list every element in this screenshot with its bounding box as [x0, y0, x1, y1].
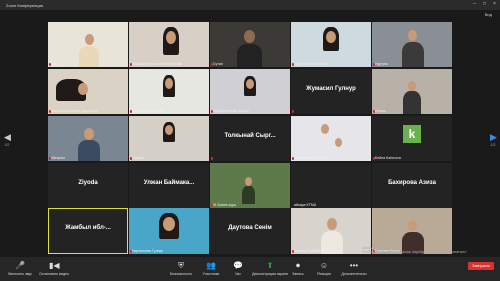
stop-video-button[interactable]: ▮◀ Остановить видео	[36, 261, 72, 276]
unmute-button[interactable]: 🎤 Включить звук	[2, 261, 38, 276]
participant-tile-active-speaker[interactable]: Жамбыл ибл-...	[48, 208, 128, 254]
participant-tile[interactable]: Жумабек Рэльсе Жанарбекова	[129, 22, 209, 67]
participant-display-name: Толкынай Сырг...	[224, 133, 276, 139]
participant-name: Бейна Karimova	[375, 156, 401, 160]
participant-name: Айдана	[132, 156, 145, 160]
participant-tile[interactable]: Бахирова Азиза	[372, 163, 452, 208]
participant-tile[interactable]: Кенжегалиева Айдана	[291, 116, 371, 161]
chat-label: Чат	[235, 272, 241, 276]
prev-page-icon[interactable]: ◀	[4, 132, 11, 142]
more-label: Дополнительно	[341, 272, 367, 276]
maximize-icon[interactable]: □	[481, 1, 488, 8]
more-icon: •••	[349, 261, 359, 270]
participant-name: Удельбаева Альбина	[294, 62, 329, 66]
mic-muted-icon: 🎤	[15, 261, 25, 270]
next-page-icon[interactable]: ▶	[490, 132, 497, 142]
participant-tile[interactable]: Магжан Кенжебек Нурсултан	[48, 69, 128, 114]
participant-tile[interactable]: айсара KTMA	[291, 163, 371, 208]
participant-tile[interactable]: Айдана	[129, 116, 209, 161]
participant-name: Нургуль	[375, 62, 389, 66]
participant-tile[interactable]: Толкынай Сырг...	[210, 116, 290, 161]
activation-text: Чтобы активировать Windows, перейдите в …	[362, 250, 467, 254]
participant-tile[interactable]: Ислам	[372, 69, 452, 114]
share-screen-icon: ⬆	[266, 261, 274, 270]
more-button[interactable]: ••• Дополнительно	[336, 261, 372, 276]
participant-display-name: Ziyoda	[78, 180, 98, 186]
participant-name: Донна Мирзададие	[132, 109, 164, 113]
participant-tile[interactable]: Картаньева Гүлнар	[129, 208, 209, 254]
participant-display-name: Бахирова Азиза	[388, 180, 436, 186]
participant-tile[interactable]: Даутова Сенім	[210, 208, 290, 254]
participant-display-name: Улжан Баймака...	[143, 180, 195, 186]
participant-display-name: Даутова Сенім	[228, 225, 272, 231]
camera-icon: ▮◀	[49, 261, 60, 270]
participant-name: айсара KTMA	[294, 203, 317, 207]
participant-name: Ж Ермек оқуш	[213, 203, 237, 207]
participant-tile[interactable]: Нургуль	[372, 22, 452, 67]
participant-name: Жумабек Рэльсе Жанарбекова	[132, 62, 183, 66]
participant-name: Картаньева Гүлнар	[132, 249, 164, 253]
participant-name: Ислам	[375, 109, 386, 113]
end-meeting-button[interactable]: Завершить	[468, 262, 494, 270]
close-icon[interactable]: ×	[491, 1, 498, 8]
participant-name: Магжан Кенжебек Нурсултан	[51, 109, 99, 113]
windows-activation-notice: Активация Windows Чтобы активировать Win…	[362, 246, 467, 254]
k-logo-icon: k	[403, 125, 421, 143]
participant-grid: Айару Жумабек Рэльсе Жанарбекова Сутан У…	[48, 22, 452, 256]
participant-name: Рамина Кудайберг	[294, 249, 325, 253]
participant-tile[interactable]: Айгерим	[48, 116, 128, 161]
stop-video-label: Остановить видео	[39, 272, 69, 276]
participant-name: Сутан	[213, 62, 223, 66]
window-title: Zoom Конференция	[6, 3, 43, 8]
view-button[interactable]: Вид	[485, 12, 492, 17]
participant-tile[interactable]: Сутан	[210, 22, 290, 67]
participants-label: Участники	[202, 272, 220, 276]
shield-icon: ⛨	[178, 261, 184, 270]
participant-tile[interactable]: Улжан Баймака...	[129, 163, 209, 208]
participant-display-name: Жамбыл ибл-...	[65, 225, 111, 231]
participant-name: Айару	[51, 62, 61, 66]
record-icon: ⏺	[296, 261, 300, 270]
participant-name: Абдимаженова Ахмед	[213, 109, 249, 113]
participant-tile[interactable]: Донна Мирзададие	[129, 69, 209, 114]
page-indicator-left: 1/2	[4, 143, 10, 147]
participant-tile[interactable]: Айару	[48, 22, 128, 67]
unmute-label: Включить звук	[8, 272, 32, 276]
participants-icon: 👥	[206, 261, 216, 270]
security-label: Безопасность	[169, 272, 193, 276]
participant-tile[interactable]: Ziyoda	[48, 163, 128, 208]
participant-name: Кенжегалиева Айдана	[294, 156, 331, 160]
participant-tile[interactable]: Ж Ермек оқуш	[210, 163, 290, 208]
page-indicator-right: 1/2	[490, 143, 496, 147]
participant-tile[interactable]: Рамина Кудайберг	[291, 208, 371, 254]
participant-tile[interactable]: Абдимаженова Ахмед	[210, 69, 290, 114]
meeting-toolbar: 🎤 Включить звук ▮◀ Остановить видео ⛨ Бе…	[0, 257, 500, 281]
minimize-icon[interactable]: –	[471, 1, 478, 8]
reactions-label: Реакции	[317, 272, 331, 276]
participant-tile[interactable]: Жумасил Гулнур	[291, 69, 371, 114]
participant-tile[interactable]: k Бейна Karimova	[372, 116, 452, 161]
participant-display-name: Жумасил Гулнур	[306, 86, 356, 92]
record-label: Запись	[292, 272, 304, 276]
participant-tile[interactable]: Удельбаева Альбина	[291, 22, 371, 67]
smiley-icon: ☺	[319, 261, 329, 270]
participant-name: Айгерим	[51, 156, 65, 160]
window-title-bar: Zoom Конференция – □ ×	[0, 0, 500, 10]
chat-icon: 💬	[233, 261, 243, 270]
